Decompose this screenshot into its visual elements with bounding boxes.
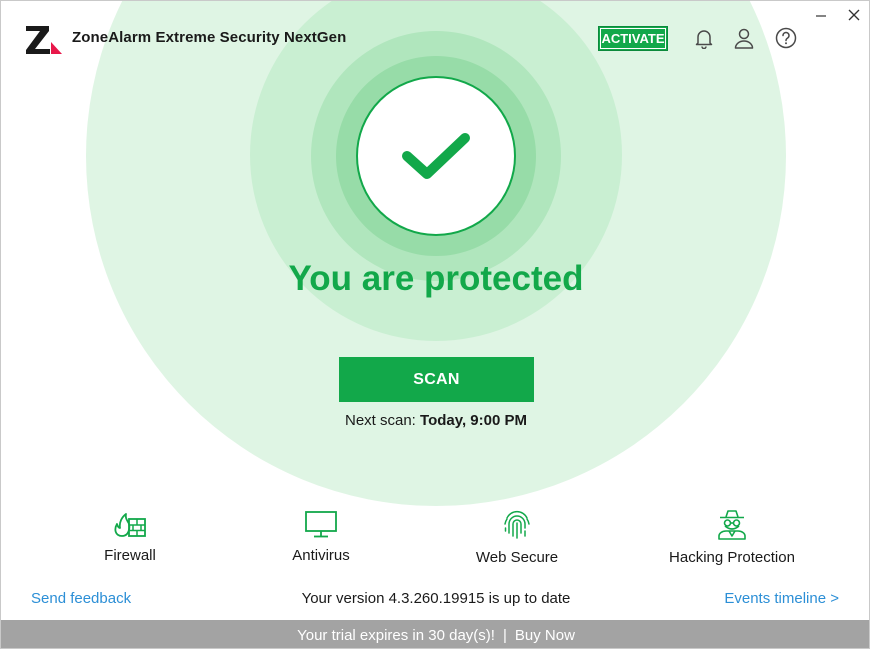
send-feedback-link[interactable]: Send feedback [31, 590, 131, 607]
feature-firewall[interactable]: Firewall [40, 509, 220, 564]
app-window: ZoneAlarm Extreme Security NextGen ACTIV… [0, 0, 870, 649]
feature-label: Hacking Protection [669, 549, 795, 566]
help-icon[interactable] [775, 27, 797, 49]
protection-status-headline: You are protected [288, 259, 584, 298]
next-scan-label: Next scan: [344, 412, 416, 429]
scan-button[interactable]: SCAN [339, 357, 534, 402]
feature-label: Web Secure [475, 549, 559, 566]
app-title: ZoneAlarm Extreme Security NextGen [72, 29, 347, 46]
firewall-icon [114, 513, 146, 537]
spy-icon [718, 510, 746, 540]
trial-message: Your trial expires in 30 day(s)! [297, 626, 495, 644]
feature-antivirus[interactable]: Antivirus [231, 509, 411, 564]
trial-banner: Your trial expires in 30 day(s)! | Buy N… [1, 620, 869, 648]
events-timeline-link[interactable]: Events timeline > [724, 590, 839, 607]
feature-label: Firewall [104, 547, 156, 564]
fingerprint-icon [504, 510, 530, 539]
buy-now-link[interactable]: Buy Now [515, 627, 575, 644]
monitor-icon [305, 511, 337, 538]
activate-button[interactable]: ACTIVATE [598, 26, 668, 51]
close-icon[interactable] [846, 7, 862, 23]
status-indicator [356, 76, 516, 236]
minimize-icon[interactable] [813, 7, 829, 23]
checkmark-icon [402, 133, 470, 179]
trial-separator: | [502, 626, 507, 644]
user-icon[interactable] [733, 27, 755, 49]
next-scan-info: Next scan: Today, 9:00 PM [1, 412, 869, 429]
bell-icon[interactable] [693, 27, 715, 49]
feature-label: Antivirus [292, 547, 350, 564]
zonealarm-logo-icon [26, 26, 62, 54]
next-scan-time: Today, 9:00 PM [420, 412, 528, 429]
feature-hacking-protection[interactable]: Hacking Protection [642, 509, 822, 566]
title-bar: ZoneAlarm Extreme Security NextGen ACTIV… [1, 1, 869, 71]
feature-web-secure[interactable]: Web Secure [427, 509, 607, 566]
